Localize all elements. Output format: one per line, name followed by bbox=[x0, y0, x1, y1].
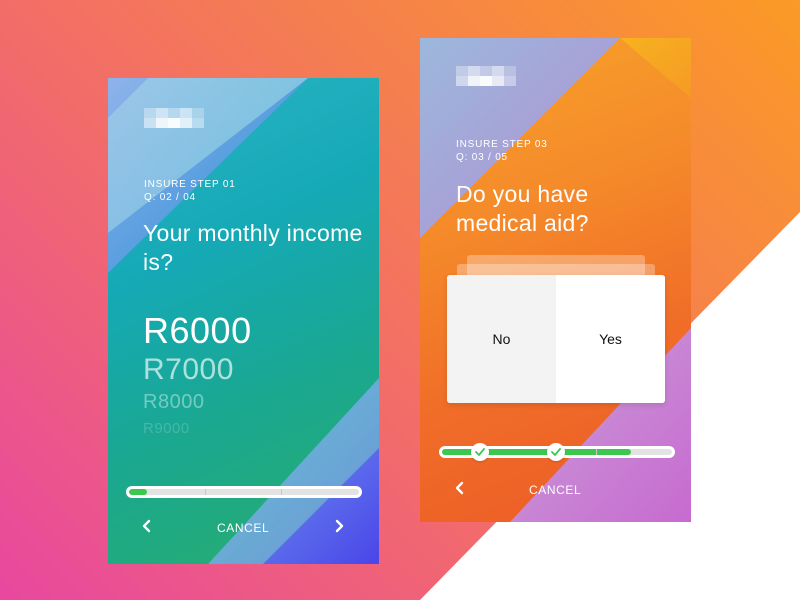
question-title: Do you have medical aid? bbox=[456, 181, 589, 236]
step-label: INSURE STEP 03 bbox=[456, 139, 548, 150]
check-icon bbox=[547, 443, 565, 461]
progress-fill bbox=[129, 489, 148, 495]
progress-segment-divider bbox=[596, 449, 598, 455]
blurred-logo bbox=[456, 66, 516, 86]
income-option[interactable]: R7000 bbox=[143, 353, 234, 387]
cancel-button[interactable]: CANCEL bbox=[529, 483, 581, 497]
medical-aid-question-card: INSURE STEP 03 Q: 03 / 05 Do you have me… bbox=[420, 38, 691, 522]
blurred-logo bbox=[144, 108, 204, 128]
answer-yes-button[interactable]: Yes bbox=[556, 275, 665, 403]
check-icon bbox=[471, 443, 489, 461]
chevron-left-icon[interactable] bbox=[455, 481, 465, 499]
chevron-right-icon[interactable] bbox=[334, 519, 344, 537]
progress-segment-divider bbox=[280, 489, 282, 495]
progress-bar bbox=[126, 486, 362, 498]
income-option[interactable]: R8000 bbox=[143, 391, 204, 414]
income-option-selected[interactable]: R6000 bbox=[143, 310, 252, 352]
progress-segment-divider bbox=[204, 489, 206, 495]
income-option[interactable]: R9000 bbox=[143, 420, 190, 437]
question-counter: Q: 03 / 05 bbox=[456, 152, 508, 163]
answer-options-card: No Yes bbox=[447, 275, 665, 403]
step-label: INSURE STEP 01 bbox=[144, 179, 236, 190]
chevron-left-icon[interactable] bbox=[142, 519, 152, 537]
answer-no-button[interactable]: No bbox=[447, 275, 556, 403]
income-question-card: INSURE STEP 01 Q: 02 / 04 Your monthly i… bbox=[108, 78, 379, 564]
cancel-button[interactable]: CANCEL bbox=[217, 521, 269, 535]
question-counter: Q: 02 / 04 bbox=[144, 192, 196, 203]
progress-track bbox=[129, 489, 359, 495]
question-title: Your monthly income is? bbox=[143, 220, 363, 275]
